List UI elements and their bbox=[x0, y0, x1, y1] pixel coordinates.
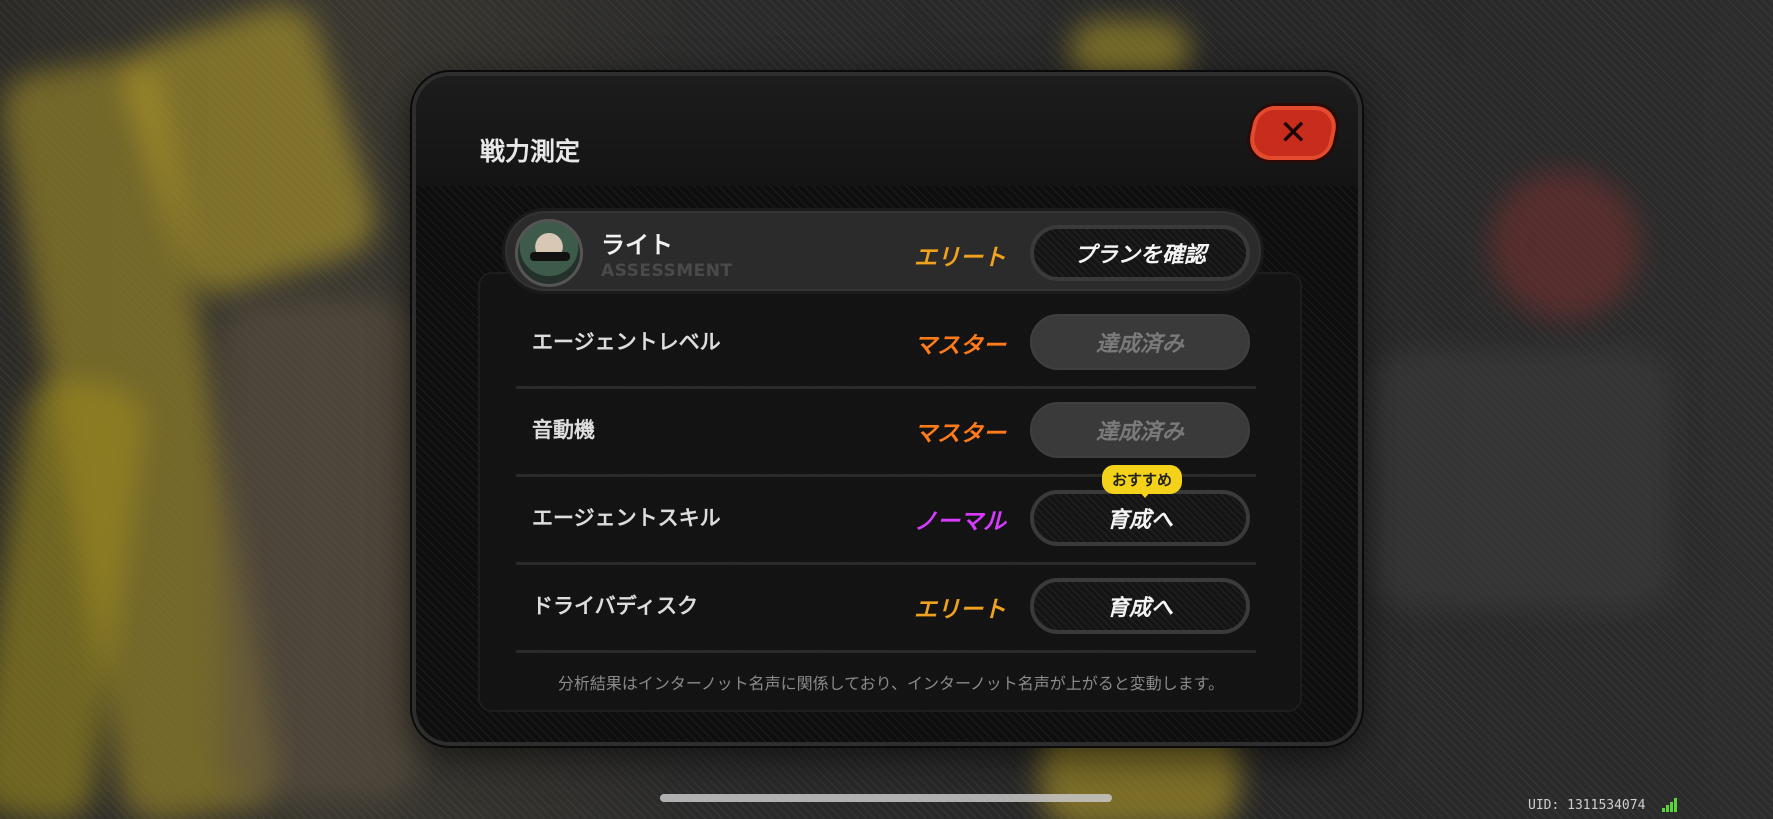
dialog-header: 戦力測定 ✕ bbox=[416, 76, 1358, 186]
row-divider bbox=[516, 562, 1256, 565]
train-button-drive-disc[interactable]: 育成へ bbox=[1030, 578, 1250, 634]
rank-agent-level: マスター bbox=[914, 333, 1006, 359]
assessment-dialog: 戦力測定 ✕ ライト ASSESSMENT エリート プランを確認 エージェント… bbox=[412, 72, 1362, 746]
background-shape bbox=[1070, 20, 1190, 80]
character-subtitle: ASSESSMENT bbox=[601, 261, 733, 281]
avatar-glasses bbox=[530, 252, 570, 261]
signal-icon bbox=[1662, 798, 1678, 812]
character-avatar bbox=[515, 219, 583, 287]
home-indicator[interactable] bbox=[660, 794, 1112, 802]
row-label-agent-skill: エージェントスキル bbox=[532, 506, 721, 530]
badge-pointer bbox=[1138, 490, 1152, 498]
character-rank: エリート bbox=[914, 245, 1006, 271]
background-stats-panel bbox=[1370, 350, 1670, 610]
view-plan-button[interactable]: プランを確認 bbox=[1030, 225, 1250, 281]
row-label-agent-level: エージェントレベル bbox=[532, 330, 721, 354]
character-name: ライト bbox=[601, 231, 673, 259]
rank-agent-skill: ノーマル bbox=[914, 509, 1006, 535]
row-divider bbox=[516, 386, 1256, 389]
uid-label: UID: 1311534074 bbox=[1528, 798, 1646, 813]
row-label-drive-disc: ドライバディスク bbox=[532, 594, 699, 618]
train-button-agent-skill[interactable]: 育成へ bbox=[1030, 490, 1250, 546]
close-icon: ✕ bbox=[1278, 113, 1308, 153]
row-divider bbox=[516, 650, 1256, 653]
rank-w-engine: マスター bbox=[914, 421, 1006, 447]
rank-drive-disc: エリート bbox=[914, 597, 1006, 623]
footnote-text: 分析結果はインターノット名声に関係しており、インターノット名声が上がると変動しま… bbox=[557, 674, 1225, 693]
achieved-button-w-engine: 達成済み bbox=[1030, 402, 1250, 458]
background-shape bbox=[220, 300, 420, 800]
dialog-title: 戦力測定 bbox=[480, 137, 581, 166]
row-label-w-engine: 音動機 bbox=[532, 418, 595, 442]
close-button[interactable]: ✕ bbox=[1245, 106, 1341, 160]
background-emblem bbox=[1490, 170, 1640, 320]
achieved-button-agent-level: 達成済み bbox=[1030, 314, 1250, 370]
